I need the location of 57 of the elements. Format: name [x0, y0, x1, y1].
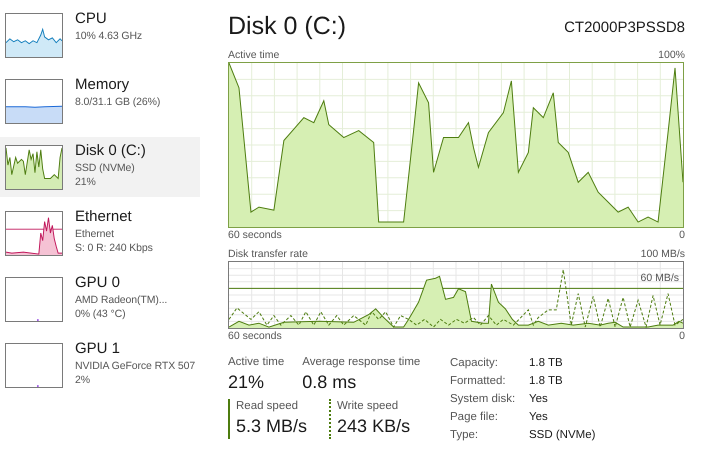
stat-label: Active time — [228, 355, 284, 369]
item-detail: AMD Radeon(TM)... — [75, 293, 168, 307]
item-detail: 2% — [75, 373, 91, 387]
item-title: GPU 1 — [75, 339, 122, 359]
property-label: Page file: — [450, 410, 499, 425]
property-label: Capacity: — [450, 356, 499, 371]
stat-value: 21% — [228, 371, 266, 394]
usage-graph-thumbnail — [5, 145, 63, 190]
stat-label: Average response time — [302, 355, 420, 369]
sidebar-item[interactable]: Memory 8.0/31.1 GB (26%) — [0, 71, 200, 131]
item-detail: Ethernet — [75, 227, 115, 241]
item-detail: NVIDIA GeForce RTX 507 — [75, 359, 196, 373]
usage-graph-thumbnail — [5, 13, 63, 58]
sidebar-item[interactable]: Disk 0 (C:) SSD (NVMe) 21% — [0, 137, 200, 197]
property-value: 1.8 TB — [529, 356, 564, 371]
property-value: Yes — [529, 392, 549, 407]
disk-title: Disk 0 (C:) — [228, 11, 346, 42]
sidebar-item[interactable]: GPU 1 NVIDIA GeForce RTX 507 2% — [0, 335, 200, 395]
usage-graph-thumbnail — [5, 211, 63, 256]
stat-value: 0.8 ms — [302, 371, 358, 394]
property-value: SSD (NVMe) — [529, 428, 596, 443]
usage-graph-thumbnail — [5, 79, 63, 124]
stat-value: 5.3 MB/s — [236, 415, 308, 438]
axis-time-label: 60 seconds — [228, 329, 282, 343]
item-title: Disk 0 (C:) — [75, 141, 146, 161]
item-detail: 0% (43 °C) — [75, 307, 126, 321]
chart-label: Disk transfer rate — [228, 247, 308, 261]
property-value: Yes — [529, 410, 549, 425]
item-title: Ethernet — [75, 207, 133, 227]
item-title: CPU — [75, 9, 108, 29]
stat-label: Write speed — [337, 399, 400, 413]
axis-time-label: 0 — [679, 329, 685, 343]
item-detail: SSD (NVMe) — [75, 161, 136, 175]
axis-time-label: 0 — [679, 228, 685, 242]
disk-model: CT2000P3PSSD8 — [564, 18, 685, 38]
sidebar-item[interactable]: Ethernet Ethernet S: 0 R: 240 Kbps — [0, 203, 200, 263]
threshold-label: 60 MB/s — [640, 272, 679, 285]
item-detail: 21% — [75, 175, 97, 189]
property-label: System disk: — [450, 392, 516, 407]
axis-time-label: 60 seconds — [228, 228, 282, 242]
item-title: Memory — [75, 75, 130, 95]
property-label: Type: — [450, 428, 480, 443]
usage-graph-thumbnail — [5, 343, 63, 388]
chart-label: Active time — [228, 48, 280, 62]
item-detail: 8.0/31.1 GB (26%) — [75, 95, 160, 109]
property-label: Formatted: — [450, 374, 507, 389]
stat-label: Read speed — [236, 399, 300, 413]
axis-max-label: 100% — [658, 48, 685, 62]
usage-graph-thumbnail — [5, 277, 63, 322]
property-value: 1.8 TB — [529, 374, 564, 389]
item-detail: S: 0 R: 240 Kbps — [75, 241, 153, 255]
stat-value: 243 KB/s — [337, 415, 410, 438]
sidebar-item[interactable]: CPU 10% 4.63 GHz — [0, 5, 200, 65]
item-title: GPU 0 — [75, 273, 122, 293]
item-detail: 10% 4.63 GHz — [75, 29, 142, 43]
sidebar-item[interactable]: GPU 0 AMD Radeon(TM)... 0% (43 °C) — [0, 269, 200, 329]
axis-max-label: 100 MB/s — [640, 247, 685, 261]
